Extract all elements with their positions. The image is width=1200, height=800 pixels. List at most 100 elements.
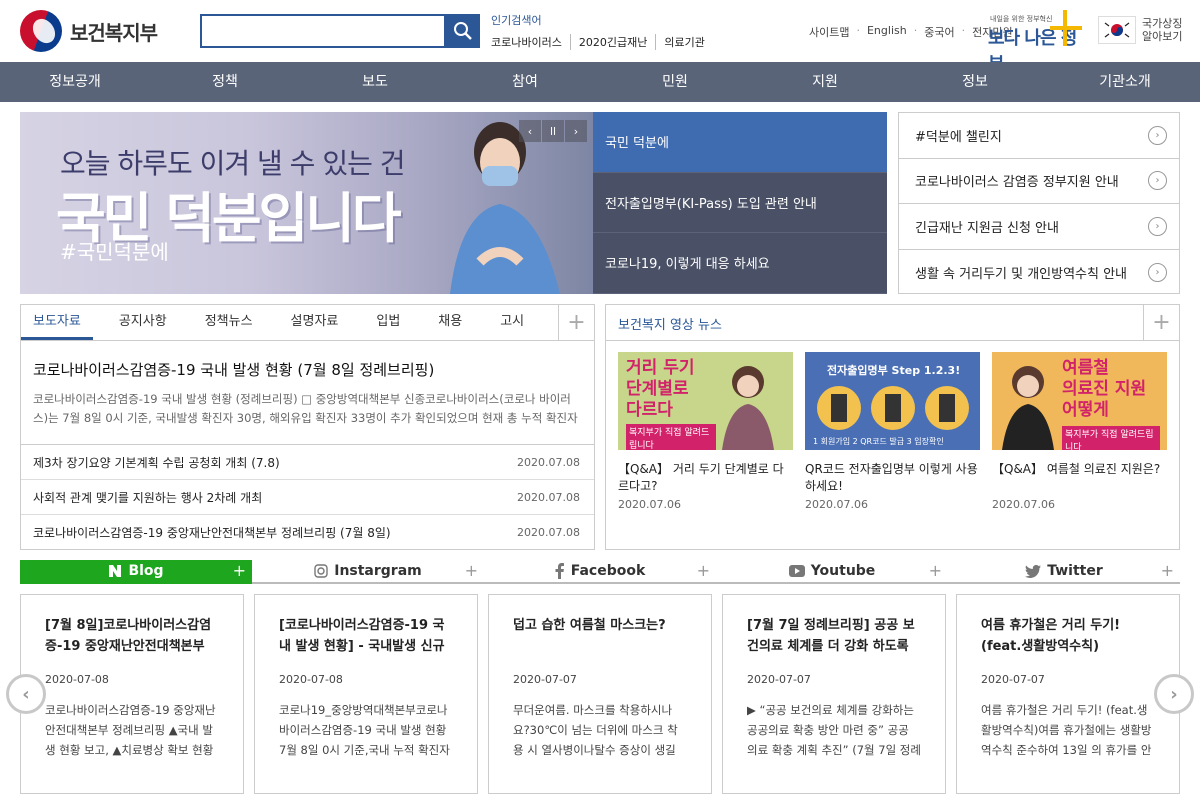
post-date: 2020-07-07 bbox=[513, 673, 577, 686]
nav-item[interactable]: 정보 bbox=[900, 62, 1050, 102]
news-row[interactable]: 코로나바이러스감염증-19 중앙재난안전대책본부 정례브리핑 (7월 8일) 20… bbox=[21, 515, 594, 550]
video-card-date: 2020.07.06 bbox=[618, 498, 681, 511]
tab-legislation[interactable]: 입법 bbox=[364, 305, 412, 340]
thumb-subtext: 복지부가 직접 알려드립니다 bbox=[626, 424, 716, 450]
side-link[interactable]: 긴급재난 지원금 신청 안내 › bbox=[899, 204, 1179, 250]
keyword-link[interactable]: 의료기관 bbox=[655, 34, 712, 50]
video-card[interactable]: 거리 두기 단계별로 다르다 복지부가 직접 알려드립니다 【Q&A】 거리 두… bbox=[618, 352, 793, 511]
news-featured-title: 코로나바이러스감염증-19 국내 발생 현황 (7월 8일 정례브리핑) bbox=[33, 361, 435, 379]
tab-announcement[interactable]: 고시 bbox=[488, 305, 536, 340]
hero-tabs: 국민 덕분에 전자출입명부(KI-Pass) 도입 관련 안내 코로나19, 이… bbox=[593, 112, 887, 294]
nav-item[interactable]: 지원 bbox=[750, 62, 900, 102]
hero-banner[interactable]: 오늘 하루도 이겨 낼 수 있는 건 국민 덕분입니다 #국민덕분에 ‹ ll … bbox=[20, 112, 593, 294]
national-symbol-link[interactable]: 국가상징 알아보기 bbox=[1098, 16, 1182, 44]
plus-icon[interactable]: + bbox=[233, 561, 246, 580]
hero-tab[interactable]: 코로나19, 이렇게 대응 하세요 bbox=[593, 233, 887, 294]
tab-press[interactable]: 보도자료 bbox=[21, 305, 93, 340]
news-row-date: 2020.07.08 bbox=[517, 526, 580, 539]
post-date: 2020-07-08 bbox=[279, 673, 343, 686]
post-date: 2020-07-08 bbox=[45, 673, 109, 686]
news-row[interactable]: 제3차 장기요양 기본계획 수립 공청회 개최 (7.8) 2020.07.08 bbox=[21, 445, 594, 480]
tab-facebook[interactable]: Facebook + bbox=[484, 560, 716, 584]
nav-item[interactable]: 참여 bbox=[450, 62, 600, 102]
more-news-button[interactable]: + bbox=[558, 305, 594, 340]
sns-post[interactable]: 덥고 습한 여름철 마스크는? 2020-07-07 무더운여름. 마스크를 착… bbox=[488, 594, 712, 794]
keyword-link[interactable]: 2020긴급재난 bbox=[569, 34, 655, 50]
tab-instagram[interactable]: Instargram + bbox=[252, 560, 484, 584]
header: 보건복지부 인기검색어 코로나바이러스 2020긴급재난 의료기관 사이트맵 · … bbox=[0, 0, 1200, 75]
tab-youtube[interactable]: Youtube + bbox=[716, 560, 948, 584]
taegeuk-logo-icon bbox=[20, 10, 62, 52]
next-slide-button[interactable]: › bbox=[565, 120, 587, 142]
news-row-title: 사회적 관계 맺기를 지원하는 행사 2차례 개최 bbox=[33, 490, 263, 505]
main-nav: 정보공개 정책 보도 참여 민원 지원 정보 기관소개 bbox=[0, 62, 1200, 102]
tab-recruit[interactable]: 채용 bbox=[426, 305, 474, 340]
hero-tab[interactable]: 전자출입명부(KI-Pass) 도입 관련 안내 bbox=[593, 172, 887, 234]
nav-item[interactable]: 민원 bbox=[600, 62, 750, 102]
side-link[interactable]: 코로나바이러스 감염증 정부지원 안내 › bbox=[899, 159, 1179, 204]
prev-slide-button[interactable]: ‹ bbox=[519, 120, 541, 142]
video-card-date: 2020.07.06 bbox=[805, 498, 868, 511]
news-row[interactable]: 사회적 관계 맺기를 지원하는 행사 2차례 개최 2020.07.08 bbox=[21, 480, 594, 515]
presenter-illustration bbox=[722, 366, 774, 450]
tab-explain[interactable]: 설명자료 bbox=[279, 305, 351, 340]
pause-slide-button[interactable]: ll bbox=[542, 120, 564, 142]
sns-post[interactable]: [7월 7일 정례브리핑] 공공 보건의료 체계를 더 강화 하도록 공공 의료… bbox=[722, 594, 946, 794]
side-link-label: #덕분에 챌린지 bbox=[915, 129, 1002, 145]
video-card[interactable]: 여름철 의료진 지원 어떻게 복지부가 직접 알려드립니다 【Q&A】 여름철 … bbox=[992, 352, 1167, 511]
thumb-text: 거리 두기 bbox=[626, 358, 695, 378]
plus-logo-icon bbox=[1050, 10, 1082, 46]
thumb-text: 단계별로 bbox=[626, 379, 689, 399]
side-link[interactable]: 생활 속 거리두기 및 개인방역수칙 안내 › bbox=[899, 250, 1179, 296]
post-date: 2020-07-07 bbox=[747, 673, 811, 686]
thumb-text: 어떻게 bbox=[1062, 400, 1109, 420]
posts-next-button[interactable]: › bbox=[1154, 674, 1194, 714]
thumb-text: 다르다 bbox=[626, 400, 673, 420]
english-link[interactable]: English bbox=[860, 24, 914, 40]
tab-notice[interactable]: 공지사항 bbox=[107, 305, 179, 340]
side-link[interactable]: #덕분에 챌린지 › bbox=[899, 113, 1179, 159]
youtube-icon bbox=[788, 565, 805, 577]
symbol-text-line: 알아보기 bbox=[1142, 30, 1183, 43]
sns-post[interactable]: [7월 8일]코로나바이러스감염증-19 중앙재난안전대책본부 정례브리핑(질병… bbox=[20, 594, 244, 794]
gov-innovation-logo[interactable]: 내일을 위한 정부혁신 보다 나은 정부 bbox=[988, 8, 1088, 75]
hero-tab[interactable]: 국민 덕분에 bbox=[593, 112, 887, 173]
posts-prev-button[interactable]: ‹ bbox=[6, 674, 46, 714]
news-tabs: 보도자료 공지사항 정책뉴스 설명자료 입법 채용 고시 + bbox=[21, 305, 594, 341]
news-featured[interactable]: 코로나바이러스감염증-19 국내 발생 현황 (7월 8일 정례브리핑) 코로나… bbox=[21, 341, 594, 445]
tab-blog[interactable]: Blog + bbox=[20, 560, 252, 584]
sns-post[interactable]: 여름 휴가철은 거리 두기! (feat.생활방역수칙) 2020-07-07 … bbox=[956, 594, 1180, 794]
chevron-right-icon: › bbox=[1148, 216, 1167, 236]
sns-tab-label: Youtube bbox=[810, 563, 876, 579]
chevron-right-icon: › bbox=[1148, 171, 1167, 191]
search-button[interactable] bbox=[446, 14, 480, 48]
nav-item[interactable]: 정책 bbox=[150, 62, 300, 102]
chinese-link[interactable]: 중국어 bbox=[917, 24, 961, 40]
site-logo[interactable]: 보건복지부 bbox=[20, 10, 158, 52]
video-card[interactable]: 전자출입명부 Step 1.2.3! 1 회원가입 2 QR코드 발급 3 입장… bbox=[805, 352, 980, 511]
keyword-link[interactable]: 코로나바이러스 bbox=[491, 34, 570, 50]
sns-tab-label: Blog bbox=[128, 563, 164, 579]
instagram-icon bbox=[314, 564, 328, 578]
video-card-title: 【Q&A】 여름철 의료진 지원은? bbox=[992, 462, 1161, 476]
nav-item[interactable]: 기관소개 bbox=[1050, 62, 1200, 102]
plus-icon[interactable]: + bbox=[697, 561, 710, 580]
popular-keywords: 인기검색어 코로나바이러스 2020긴급재난 의료기관 bbox=[491, 12, 713, 50]
sitemap-link[interactable]: 사이트맵 bbox=[802, 24, 856, 40]
nav-item[interactable]: 정보공개 bbox=[0, 62, 150, 102]
presenter-illustration bbox=[1002, 366, 1054, 450]
korea-flag-icon bbox=[1098, 16, 1136, 44]
news-row-date: 2020.07.08 bbox=[517, 490, 580, 504]
more-video-button[interactable]: + bbox=[1143, 305, 1179, 340]
search-input[interactable] bbox=[200, 14, 446, 48]
tab-twitter[interactable]: Twitter + bbox=[948, 560, 1180, 584]
sns-post[interactable]: [코로나바이러스감염증-19 국내 발생 현황] - 국내발생 신규 확진자수 … bbox=[254, 594, 478, 794]
plus-icon[interactable]: + bbox=[1161, 561, 1174, 580]
nav-item[interactable]: 보도 bbox=[300, 62, 450, 102]
quick-side-links: #덕분에 챌린지 › 코로나바이러스 감염증 정부지원 안내 › 긴급재난 지원금 … bbox=[898, 112, 1180, 294]
tab-policy-news[interactable]: 정책뉴스 bbox=[193, 305, 265, 340]
video-thumbnail: 전자출입명부 Step 1.2.3! 1 회원가입 2 QR코드 발급 3 입장… bbox=[805, 352, 980, 450]
plus-icon[interactable]: + bbox=[465, 561, 478, 580]
thumb-subtext: 복지부가 직접 알려드립니다 bbox=[1062, 426, 1160, 450]
plus-icon[interactable]: + bbox=[929, 561, 942, 580]
